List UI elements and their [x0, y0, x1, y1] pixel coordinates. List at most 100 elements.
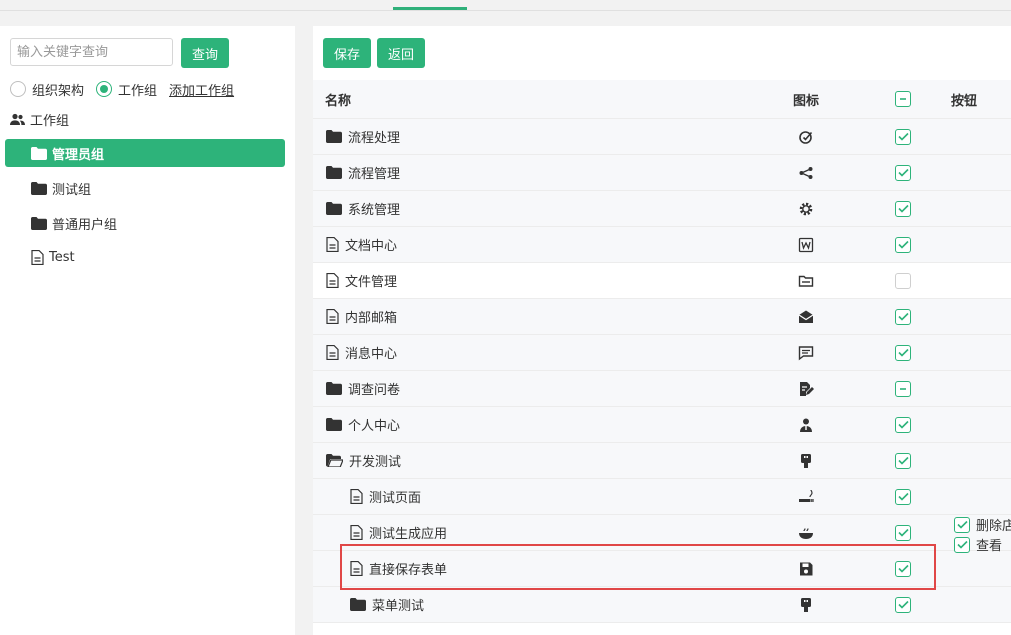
row-checkbox[interactable] [895, 164, 911, 181]
share-nodes-icon [798, 165, 814, 181]
row-checkbox[interactable] [895, 272, 911, 289]
row-name-cell: 测试页面 [313, 487, 761, 506]
row-checkbox[interactable] [895, 596, 911, 613]
row-name-cell: 测试生成应用 [313, 523, 761, 542]
col-icon-header: 图标 [792, 93, 819, 109]
radio-org[interactable] [10, 81, 26, 97]
smoking-icon [798, 489, 814, 505]
table-row[interactable]: 测试生成应用 [313, 515, 1011, 551]
perm-checkbox[interactable] [954, 516, 970, 533]
select-all-checkbox[interactable] [895, 91, 911, 107]
row-name: 内部邮箱 [345, 311, 398, 326]
usb-icon [798, 597, 814, 613]
row-checkbox[interactable] [895, 308, 911, 325]
row-icon-cell [761, 237, 881, 253]
group-item-normal-users[interactable]: 普通用户组 [5, 209, 285, 237]
table-row[interactable]: 文件管理 [313, 263, 1011, 299]
row-name: 流程处理 [348, 131, 401, 146]
row-name-cell: 开发测试 [313, 451, 761, 470]
radio-workgroup[interactable] [96, 81, 113, 97]
row-checkbox-cell [881, 164, 945, 181]
row-name-cell: 文档中心 [313, 235, 761, 254]
table-row[interactable]: 流程管理 [313, 155, 1011, 191]
file-icon [326, 237, 339, 252]
row-checkbox[interactable] [895, 560, 911, 577]
save-button[interactable]: 保存 [323, 38, 371, 68]
row-checkbox[interactable] [895, 344, 911, 361]
folder-icon [326, 418, 342, 431]
group-item-admin[interactable]: 管理员组 [5, 139, 285, 167]
row-icon-cell [761, 453, 881, 469]
table-row[interactable]: 调查问卷 [313, 371, 1011, 407]
row-name-cell: 调查问卷 [313, 379, 761, 398]
table-header: 名称 图标 按钮 [313, 80, 1011, 119]
table-row[interactable]: 系统管理 [313, 191, 1011, 227]
row-icon-cell [761, 381, 881, 397]
row-checkbox-cell [881, 596, 945, 613]
row-name: 个人中心 [348, 419, 401, 434]
radio-workgroup-label[interactable]: 工作组 [118, 80, 157, 99]
row-checkbox-cell [881, 272, 945, 289]
row-checkbox[interactable] [895, 416, 911, 433]
perm-label: 查看 [976, 539, 1003, 554]
add-workgroup-link[interactable]: 添加工作组 [169, 80, 234, 99]
group-item-test[interactable]: 测试组 [5, 174, 285, 202]
row-icon-cell [761, 345, 881, 361]
row-checkbox[interactable] [895, 488, 911, 505]
group-item-label: 测试组 [52, 182, 92, 198]
row-checkbox[interactable] [895, 452, 911, 469]
folder-icon [326, 166, 342, 179]
row-checkbox[interactable] [895, 128, 911, 145]
word-doc-icon [798, 237, 814, 253]
row-checkbox-cell [881, 200, 945, 217]
folder-icon [31, 216, 47, 230]
button-perm-delete[interactable]: 删除店 [954, 515, 1011, 534]
row-icon-cell [761, 417, 881, 433]
search-input[interactable] [10, 38, 173, 66]
menu-permission-table: 名称 图标 按钮 流程处理流程管理系统管理文档中心文件管理内部邮箱消息中心调查问… [313, 80, 1011, 623]
group-item-Test[interactable]: Test [5, 243, 285, 271]
table-row[interactable]: 个人中心 [313, 407, 1011, 443]
floppy-icon [798, 561, 814, 577]
row-name-cell: 系统管理 [313, 199, 761, 218]
row-checkbox-cell [881, 128, 945, 145]
row-checkbox-cell [881, 380, 945, 397]
table-row[interactable]: 流程处理 [313, 119, 1011, 155]
table-row[interactable]: 开发测试 [313, 443, 1011, 479]
table-row[interactable]: 直接保存表单 [313, 551, 1011, 587]
row-checkbox-cell [881, 344, 945, 361]
table-row[interactable]: 菜单测试 [313, 587, 1011, 623]
perm-checkbox[interactable] [954, 536, 970, 553]
gear-icon [798, 201, 814, 217]
table-row[interactable]: 测试页面 [313, 479, 1011, 515]
group-item-label: 管理员组 [52, 147, 105, 163]
top-tab-bar [0, 0, 1011, 11]
row-icon-cell [761, 489, 881, 505]
right-panel: 保存 返回 名称 图标 按钮 流程处理流程管理系统管理文档中心文件管理内部邮箱消… [313, 26, 1011, 635]
folder-icon [350, 598, 366, 611]
row-name: 直接保存表单 [369, 563, 448, 578]
row-checkbox[interactable] [895, 524, 911, 541]
row-checkbox[interactable] [895, 236, 911, 253]
row-name-cell: 流程管理 [313, 163, 761, 182]
table-row[interactable]: 内部邮箱 [313, 299, 1011, 335]
left-panel: 查询 组织架构 工作组 添加工作组 工作组 管理员组 测试组 普通用户组 Tes… [0, 26, 295, 635]
folder-outline-icon [798, 273, 814, 289]
table-row[interactable]: 文档中心 [313, 227, 1011, 263]
group-type-radio: 组织架构 工作组 添加工作组 [10, 79, 234, 99]
table-row[interactable]: 消息中心 [313, 335, 1011, 371]
row-name: 文档中心 [345, 239, 398, 254]
row-name: 流程管理 [348, 167, 401, 182]
row-checkbox[interactable] [895, 200, 911, 217]
search-button[interactable]: 查询 [181, 38, 229, 68]
row-checkbox[interactable] [895, 380, 911, 397]
folder-icon [326, 202, 342, 215]
back-button[interactable]: 返回 [377, 38, 425, 68]
radio-org-label[interactable]: 组织架构 [32, 80, 84, 99]
usb-icon [798, 453, 814, 469]
file-icon [326, 345, 339, 360]
row-name-cell: 菜单测试 [313, 595, 761, 614]
button-perm-view[interactable]: 查看 [954, 535, 1002, 554]
document-edit-icon [798, 381, 814, 397]
row-checkbox-cell [881, 236, 945, 253]
